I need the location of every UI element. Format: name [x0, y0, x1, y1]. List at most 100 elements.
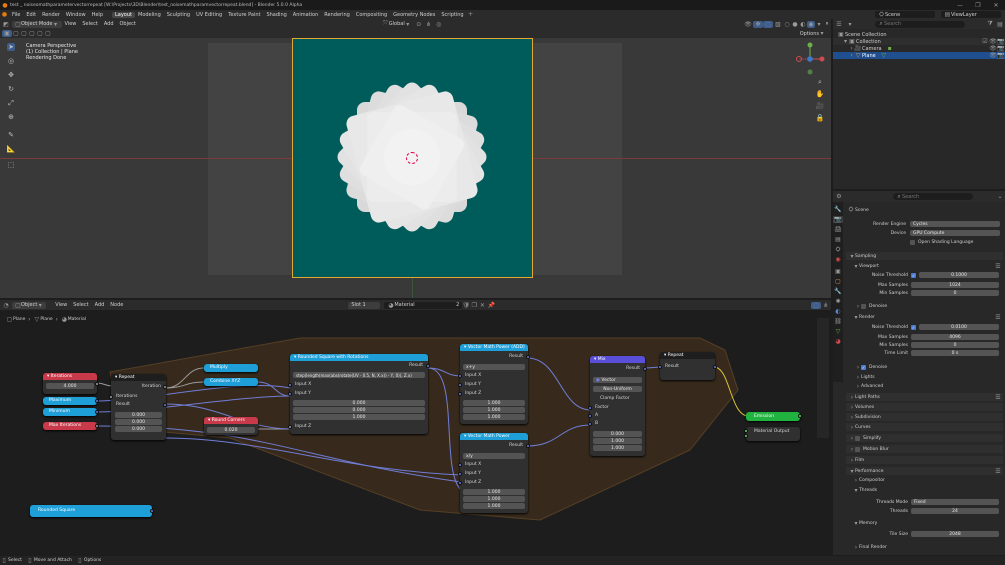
node-editor-canvas[interactable]: ▢ Plane › ▽ Plane › ◕ Material ▾ Iterati…: [0, 310, 831, 555]
ne-menu-node[interactable]: Node: [107, 302, 126, 308]
world-tab-icon[interactable]: ◉: [833, 256, 843, 263]
scene-selector[interactable]: ⛭ Scene: [875, 11, 935, 18]
view-layer-tab-icon[interactable]: ▤: [833, 236, 843, 243]
vma-input-x-socket[interactable]: [458, 374, 462, 378]
filter-icon[interactable]: ⧩: [985, 20, 995, 28]
menu-render[interactable]: Render: [39, 12, 63, 18]
solid-shading-icon[interactable]: ●: [791, 21, 799, 28]
repeat-input-header[interactable]: ▾ Repeat: [111, 374, 166, 381]
visibility-icon[interactable]: 👁: [989, 52, 997, 59]
duplicate-material-icon[interactable]: ❐: [470, 302, 478, 309]
vp-max-field[interactable]: 1024: [911, 282, 999, 288]
vp-menu-object[interactable]: Object: [117, 21, 139, 27]
new-collection-icon[interactable]: ▤: [995, 21, 1005, 28]
mix-result-socket[interactable]: [643, 367, 647, 371]
vmd-val-z[interactable]: 1.000: [463, 503, 525, 509]
curves-panel[interactable]: › Curves: [846, 423, 1003, 431]
r-noise-field[interactable]: 0.0100: [919, 324, 999, 330]
node-combine-xyz[interactable]: Combine XYZ: [204, 378, 258, 386]
visibility-icon[interactable]: 👁: [989, 45, 997, 52]
node-rounded-square-rotations[interactable]: ▾ Rounded Square with Rotations Result s…: [288, 354, 430, 434]
outliner-item-collection[interactable]: ▾ ▣ Collection ☑ 👁 📷: [833, 38, 1005, 45]
tool-tab-icon[interactable]: 🔧: [833, 206, 843, 213]
node-rounded-square[interactable]: Rounded Square: [30, 505, 154, 517]
node-vector-math-add[interactable]: ▾ Vector Math Power (ADD) Result x+y Inp…: [458, 344, 530, 424]
rs-input-z-socket[interactable]: [288, 425, 292, 429]
xray-icon[interactable]: ▧: [773, 21, 783, 28]
round-corners-header[interactable]: ▾ Round Corners: [204, 417, 258, 424]
render-visibility-icon[interactable]: 📷: [997, 52, 1005, 59]
repeat-output-in-socket[interactable]: [658, 365, 662, 369]
tab-compositing[interactable]: Compositing: [353, 12, 390, 18]
lock-camera-icon[interactable]: 🔒: [816, 114, 825, 122]
rs-expression-field[interactable]: step(length(max(abs(rotate(UV - 0.5, N, …: [293, 372, 425, 378]
lights-subpanel[interactable]: › Lights: [855, 374, 875, 381]
constraints-tab-icon[interactable]: ⛓: [833, 318, 843, 325]
unlink-material-icon[interactable]: ✕: [478, 302, 486, 309]
output-tab-icon[interactable]: 🖨: [833, 226, 843, 233]
vp-noise-checkbox[interactable]: ✓: [911, 273, 916, 278]
editor-type-icon[interactable]: ◩: [0, 21, 12, 28]
vma-val-x[interactable]: 1.000: [463, 400, 525, 406]
pivot-icon[interactable]: ⊙: [414, 21, 424, 28]
menu-file[interactable]: File: [9, 12, 23, 18]
blender-menu-icon[interactable]: ●: [0, 11, 9, 18]
camera-view-icon[interactable]: 🎥: [816, 102, 825, 110]
threads-subpanel[interactable]: ▾ Threads: [853, 487, 877, 494]
r-max-field[interactable]: 4096: [911, 334, 999, 340]
vp-noise-field[interactable]: 0.1000: [919, 272, 999, 278]
memory-subpanel[interactable]: ▾ Memory: [853, 520, 877, 527]
node-maximum[interactable]: Maximum: [43, 397, 99, 405]
mix-clamp-factor[interactable]: Clamp Factor: [600, 396, 630, 401]
node-editor-type-icon[interactable]: ◔: [0, 302, 12, 309]
outliner-item-scene-collection[interactable]: ▣ Scene Collection: [833, 31, 1005, 38]
mix-factor-mode-dropdown[interactable]: Non-Uniform: [593, 386, 642, 392]
node-repeat-output[interactable]: ▾ Repeat Result: [658, 352, 717, 380]
render-engine-dropdown[interactable]: Cycles: [910, 221, 1000, 227]
select-mode-intersect-icon[interactable]: ▢: [44, 30, 52, 37]
transform-tool-icon[interactable]: ⊕: [7, 113, 15, 121]
object-tab-icon[interactable]: ▢: [833, 278, 843, 285]
repeat-val-x[interactable]: 0.000: [115, 412, 162, 418]
options-icon[interactable]: ⌄: [995, 193, 1005, 200]
gizmo-icon[interactable]: ✥: [753, 20, 763, 28]
max-iterations-output-socket[interactable]: [95, 424, 99, 428]
tab-shading[interactable]: Shading: [263, 12, 289, 18]
vmd-expression-field[interactable]: x/y: [463, 453, 525, 459]
vp-menu-view[interactable]: View: [62, 21, 80, 27]
advanced-subpanel[interactable]: › Advanced: [855, 383, 883, 390]
shader-type-dropdown[interactable]: ▢ Object ▾: [12, 301, 47, 309]
measure-tool-icon[interactable]: 📐: [7, 145, 16, 153]
vma-expression-field[interactable]: x+y: [463, 364, 525, 370]
pan-icon[interactable]: ✋: [816, 90, 825, 98]
iterations-value-field[interactable]: 4.000: [46, 383, 94, 389]
presets-icon[interactable]: ☰: [993, 263, 1003, 270]
repeat-val-z[interactable]: 0.000: [115, 426, 162, 432]
volumes-panel[interactable]: › Volumes: [846, 403, 1003, 411]
mix-factor-socket[interactable]: [588, 406, 592, 410]
navigation-gizmo[interactable]: [795, 41, 827, 79]
r-denoise-subpanel[interactable]: › ✓ Denoise: [855, 364, 887, 371]
vmd-result-socket[interactable]: [526, 444, 530, 448]
menu-edit[interactable]: Edit: [23, 12, 39, 18]
fake-user-icon[interactable]: 🛡: [462, 302, 471, 309]
vector-math-add-header[interactable]: ▾ Vector Math Power (ADD): [460, 344, 528, 351]
rounded-square-rotations-header[interactable]: ▾ Rounded Square with Rotations: [290, 354, 428, 361]
transform-orientation-dropdown[interactable]: ⤧ Global ▾: [379, 20, 414, 28]
tab-animation[interactable]: Animation: [290, 12, 322, 18]
snap-icon[interactable]: ⋔: [424, 21, 434, 28]
repeat-output-out-socket[interactable]: [713, 365, 717, 369]
node-multiply[interactable]: Multiply: [204, 364, 258, 372]
viewport-subpanel-header[interactable]: ▾ Viewport ☰: [853, 262, 1003, 270]
node-round-corners[interactable]: ▾ Round Corners 0.020: [204, 417, 258, 435]
mix-a-socket[interactable]: [588, 414, 592, 418]
rs-val-y[interactable]: 0.000: [293, 407, 425, 413]
tab-uv-editing[interactable]: UV Editing: [193, 12, 225, 18]
ne-menu-add[interactable]: Add: [92, 302, 108, 308]
tab-scripting[interactable]: Scripting: [438, 12, 466, 18]
presets-icon[interactable]: ☰: [993, 394, 1003, 401]
motion-blur-panel[interactable]: › Motion Blur: [846, 445, 1003, 453]
rotate-tool-icon[interactable]: ↻: [7, 85, 15, 93]
render-subpanel-header[interactable]: ▾ Render ☰: [853, 313, 1003, 321]
presets-icon[interactable]: ☰: [993, 468, 1003, 475]
